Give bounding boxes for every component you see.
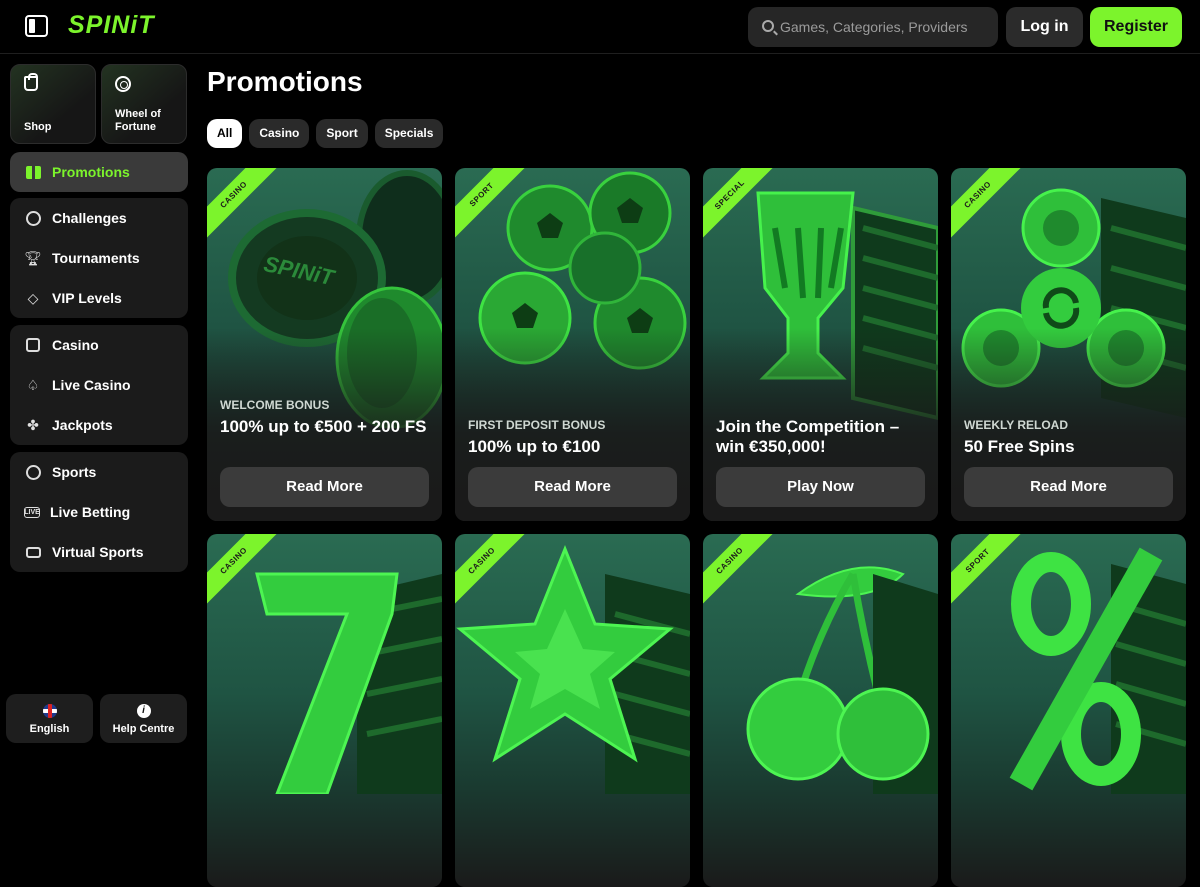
- target-icon: [25, 210, 41, 226]
- sidebar-item-label: Tournaments: [52, 250, 140, 266]
- filter-chips: All Casino Sport Specials: [207, 119, 444, 148]
- info-icon: i: [136, 704, 151, 718]
- sidebar-item-jackpots[interactable]: ✤ Jackpots: [10, 405, 188, 445]
- search-icon: [762, 20, 774, 32]
- register-button[interactable]: Register: [1090, 7, 1182, 47]
- filter-casino[interactable]: Casino: [249, 119, 310, 148]
- shop-tile[interactable]: Shop: [10, 64, 96, 144]
- sidebar-item-label: Live Betting: [50, 504, 131, 520]
- play-now-button[interactable]: Play Now: [716, 467, 925, 507]
- sidebar-item-label: Promotions: [52, 164, 130, 180]
- sidebar-group-sports: Sports LIVE Live Betting Virtual Sports: [10, 452, 188, 572]
- search-box[interactable]: [748, 7, 998, 47]
- sidebar-item-label: Jackpots: [52, 417, 113, 433]
- promo-card[interactable]: CASINO: [207, 534, 442, 887]
- sidebar-item-virtual-sports[interactable]: Virtual Sports: [10, 532, 188, 572]
- language-button[interactable]: English: [6, 694, 93, 743]
- promo-card[interactable]: SPECIAL Join the Competition – win €350,…: [703, 168, 938, 521]
- monitor-icon: [25, 546, 41, 558]
- read-more-button[interactable]: Read More: [964, 467, 1173, 507]
- help-centre-button[interactable]: i Help Centre: [100, 694, 187, 743]
- sidebar-item-label: Challenges: [52, 210, 127, 226]
- promo-card[interactable]: CASINO WEEKLY RELOAD 50 Free Spins Read …: [951, 168, 1186, 521]
- slot-machine-icon: [26, 338, 40, 352]
- promo-card[interactable]: CASINO: [455, 534, 690, 887]
- sidebar-item-label: Virtual Sports: [52, 544, 144, 560]
- trophy-icon: 🏆︎: [24, 249, 42, 266]
- read-more-button[interactable]: Read More: [220, 467, 429, 507]
- help-centre-label: Help Centre: [112, 723, 175, 735]
- promo-title: 50 Free Spins: [964, 437, 1075, 456]
- promo-title: Join the Competition – win €350,000!: [716, 417, 900, 456]
- read-more-button[interactable]: Read More: [468, 467, 677, 507]
- shop-label: Shop: [24, 121, 52, 133]
- sidebar: Shop Wheel of Fortune Promotions Challen…: [0, 54, 197, 750]
- lucky-seven-art: [255, 572, 442, 794]
- promo-subtitle: FIRST DEPOSIT BONUS: [468, 418, 606, 432]
- sidebar-item-vip-levels[interactable]: ◇ VIP Levels: [10, 278, 188, 318]
- filter-specials[interactable]: Specials: [374, 119, 444, 148]
- shopping-bag-icon: [24, 73, 38, 91]
- promo-card[interactable]: SPINiT CASINO WELCOME BONUS 100% up to €…: [207, 168, 442, 521]
- logo[interactable]: SPINiT: [68, 11, 155, 40]
- sidebar-item-casino[interactable]: Casino: [10, 325, 188, 365]
- login-button[interactable]: Log in: [1006, 7, 1083, 47]
- sidebar-item-label: Sports: [52, 464, 97, 480]
- clover-icon: ✤: [27, 416, 39, 433]
- uk-flag-icon: [42, 704, 57, 718]
- search-input[interactable]: [780, 7, 990, 47]
- soccer-ball-icon: [25, 464, 41, 480]
- star-art: [456, 544, 690, 794]
- sidebar-item-label: Live Casino: [52, 377, 131, 393]
- sidebar-group-casino: Casino ♤ Live Casino ✤ Jackpots: [10, 325, 188, 445]
- diamond-icon: ◇: [27, 289, 39, 306]
- sidebar-item-live-betting[interactable]: LIVE Live Betting: [10, 492, 188, 532]
- sidebar-toggle-icon[interactable]: [25, 15, 48, 37]
- sidebar-item-tournaments[interactable]: 🏆︎ Tournaments: [10, 238, 188, 278]
- promo-subtitle: WEEKLY RELOAD: [964, 418, 1069, 432]
- top-bar: SPINiT Log in Register: [0, 0, 1200, 54]
- sidebar-item-sports[interactable]: Sports: [10, 452, 188, 492]
- percent-art: [1009, 547, 1186, 794]
- filter-sport[interactable]: Sport: [316, 119, 368, 148]
- language-label: English: [29, 723, 70, 735]
- sidebar-item-live-casino[interactable]: ♤ Live Casino: [10, 365, 188, 405]
- wheel-of-fortune-label: Wheel of Fortune: [115, 108, 161, 133]
- page-title: Promotions: [207, 66, 363, 97]
- promo-title: 100% up to €100: [468, 437, 601, 456]
- main-content: Promotions All Casino Sport Specials SPI…: [197, 54, 1200, 887]
- wheel-icon: [115, 76, 131, 92]
- sidebar-item-promotions[interactable]: Promotions: [10, 152, 188, 192]
- sidebar-item-label: VIP Levels: [52, 290, 122, 306]
- sidebar-item-challenges[interactable]: Challenges: [10, 198, 188, 238]
- promo-subtitle: WELCOME BONUS: [220, 398, 330, 412]
- promo-card[interactable]: CASINO: [703, 534, 938, 887]
- wheel-of-fortune-tile[interactable]: Wheel of Fortune: [101, 64, 187, 144]
- cards-icon: ♤: [26, 376, 40, 393]
- gift-icon: [25, 161, 41, 179]
- filter-all[interactable]: All: [207, 119, 243, 148]
- cherries-art: [746, 566, 938, 794]
- promo-title: 100% up to €500 + 200 FS: [220, 417, 427, 436]
- promo-card[interactable]: SPORT: [951, 534, 1186, 887]
- live-icon: LIVE: [24, 506, 40, 518]
- promo-card[interactable]: SPORT FIRST DEPOSIT BONUS 100% up to €10…: [455, 168, 690, 521]
- sidebar-item-label: Casino: [52, 337, 99, 353]
- sidebar-group-rewards: Challenges 🏆︎ Tournaments ◇ VIP Levels: [10, 198, 188, 318]
